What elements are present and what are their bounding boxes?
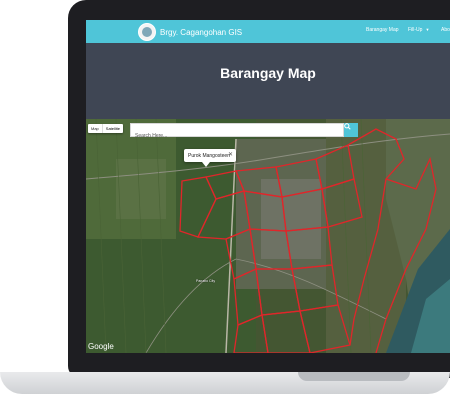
place-label: Panabo City	[196, 279, 216, 283]
search-box	[130, 123, 344, 142]
nav-item-fill-up-label: Fill-Up	[408, 27, 423, 33]
info-window-text: Purok Mangosteen	[188, 153, 230, 159]
search-input[interactable]	[131, 130, 343, 142]
navbar: Brgy. Cagangohan GIS Barangay Map Fill-U…	[86, 20, 450, 43]
info-window: Purok Mangosteen ✕	[184, 149, 236, 167]
map-type-satellite-button[interactable]: Satellite	[101, 124, 123, 133]
search-button[interactable]	[344, 123, 358, 137]
close-icon[interactable]: ✕	[228, 151, 233, 158]
satellite-imagery	[86, 119, 450, 353]
page-title: Barangay Map	[220, 65, 316, 81]
laptop-base-notch	[298, 372, 410, 381]
nav-item-fill-up[interactable]: Fill-Up ▼	[408, 27, 429, 33]
map-canvas[interactable]: Map Satellite Purok Mangosteen ✕ Panabo …	[86, 119, 450, 353]
search-icon	[344, 123, 351, 130]
caret-down-icon: ▼	[425, 27, 430, 32]
nav-item-barangay-map[interactable]: Barangay Map	[366, 27, 399, 33]
barangay-seal-icon	[138, 23, 156, 41]
brand-name: Brgy. Cagangohan GIS	[160, 27, 243, 37]
nav-item-about[interactable]: Abo	[441, 27, 450, 33]
map-type-map-button[interactable]: Map	[88, 124, 102, 133]
brand-link[interactable]: Brgy. Cagangohan GIS	[138, 23, 242, 41]
map-type-control: Map Satellite	[88, 124, 124, 133]
google-logo: Google	[88, 342, 114, 351]
laptop-screen: Brgy. Cagangohan GIS Barangay Map Fill-U…	[86, 20, 450, 353]
